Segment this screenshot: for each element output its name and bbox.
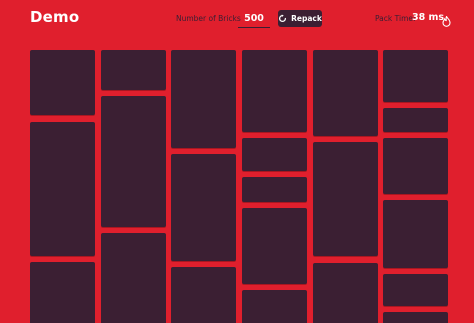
- brick: [101, 50, 166, 90]
- brick: [242, 208, 307, 284]
- brick: [242, 290, 307, 323]
- brick: [383, 200, 448, 268]
- brick: [171, 267, 236, 323]
- demo-page: Demo Number of Bricks Repack Pack Time: …: [0, 0, 474, 323]
- brick: [171, 154, 236, 261]
- brick-grid: [0, 0, 474, 323]
- brick: [383, 50, 448, 102]
- brick: [242, 177, 307, 202]
- brick: [171, 50, 236, 148]
- brick: [30, 262, 95, 323]
- brick: [101, 233, 166, 323]
- brick: [313, 263, 378, 323]
- brick: [383, 138, 448, 194]
- brick: [101, 96, 166, 227]
- brick: [30, 50, 95, 115]
- brick: [313, 50, 378, 136]
- brick: [383, 274, 448, 306]
- brick: [30, 122, 95, 256]
- brick: [383, 312, 448, 323]
- brick: [242, 138, 307, 171]
- brick: [242, 50, 307, 132]
- brick: [313, 142, 378, 256]
- brick: [383, 108, 448, 132]
